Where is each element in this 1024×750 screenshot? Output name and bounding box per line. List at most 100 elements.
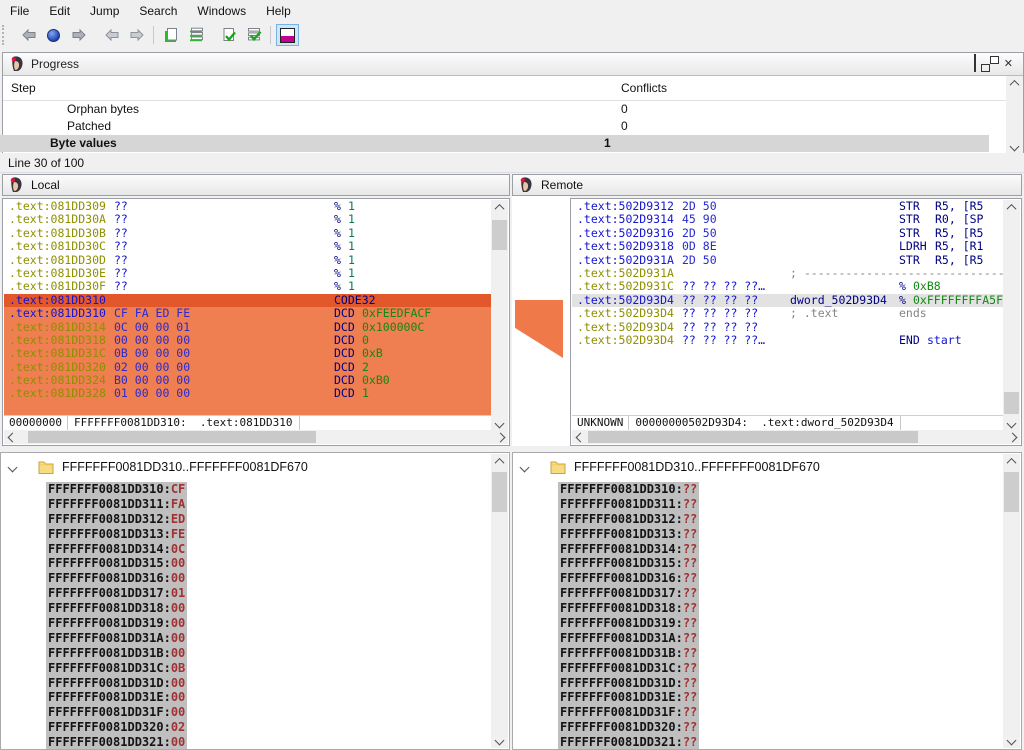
menu-search[interactable]: Search	[129, 1, 187, 21]
listing-line[interactable]: .text:502D931C?? ?? ?? ??…%0xB8	[572, 280, 1003, 293]
remote-pane-titlebar[interactable]: Remote	[512, 174, 1022, 196]
hex-row[interactable]: FFFFFFF0081DD319:??	[558, 616, 1001, 631]
hex-row[interactable]: FFFFFFF0081DD31B:??	[558, 646, 1001, 661]
scroll-left-button[interactable]	[4, 430, 20, 444]
hex-row[interactable]: FFFFFFF0081DD312:??	[558, 512, 1001, 527]
listing-line[interactable]: .text:081DD30E??%1	[4, 267, 491, 280]
hex-row[interactable]: FFFFFFF0081DD31D:00	[46, 676, 489, 691]
menu-edit[interactable]: Edit	[39, 1, 80, 21]
import-file-button[interactable]	[159, 24, 182, 46]
hex-row[interactable]: FFFFFFF0081DD311:??	[558, 497, 1001, 512]
listing-line[interactable]: .text:081DD30F??%1	[4, 280, 491, 293]
hex-row[interactable]: FFFFFFF0081DD31F:??	[558, 705, 1001, 720]
listing-line[interactable]: .text:081DD30D??%1	[4, 254, 491, 267]
column-header-step[interactable]: Step	[11, 81, 36, 95]
scroll-up-button[interactable]	[491, 200, 508, 215]
menu-jump[interactable]: Jump	[80, 1, 129, 21]
hex-row[interactable]: FFFFFFF0081DD319:00	[46, 616, 489, 631]
scroll-up-button[interactable]	[491, 454, 508, 469]
hex-row[interactable]: FFFFFFF0081DD310:CF	[46, 482, 489, 497]
maximize-button[interactable]	[974, 57, 976, 71]
split-view-toggle[interactable]	[276, 24, 299, 46]
listing-line[interactable]: .text:081DD310CF FA ED FEDCD0xFEEDFACF	[4, 307, 491, 320]
hex-row[interactable]: FFFFFFF0081DD31A:??	[558, 631, 1001, 646]
hex-row[interactable]: FFFFFFF0081DD31A:00	[46, 631, 489, 646]
menu-file[interactable]: File	[0, 1, 39, 21]
hex-row[interactable]: FFFFFFF0081DD315:??	[558, 556, 1001, 571]
menu-help[interactable]: Help	[256, 1, 301, 21]
scroll-up-button[interactable]	[1003, 454, 1020, 469]
scroll-down-button[interactable]	[491, 733, 508, 748]
listing-line[interactable]: .text:502D93D4?? ?? ?? ??; .textends	[572, 307, 1003, 320]
origin-button[interactable]	[42, 24, 65, 46]
hex-row[interactable]: FFFFFFF0081DD313:FE	[46, 527, 489, 542]
hex-row[interactable]: FFFFFFF0081DD321:00	[46, 735, 489, 749]
listing-line[interactable]: .text:081DD30B??%1	[4, 227, 491, 240]
listing-line[interactable]: .text:081DD3140C 00 00 01DCD0x100000C	[4, 321, 491, 334]
column-header-conflicts[interactable]: Conflicts	[621, 81, 667, 95]
listing-line[interactable]: .text:081DD30A??%1	[4, 213, 491, 226]
scroll-right-button[interactable]	[492, 430, 508, 444]
apply-file-button[interactable]	[217, 24, 240, 46]
hex-row[interactable]: FFFFFFF0081DD312:ED	[46, 512, 489, 527]
listing-line[interactable]: .text:502D93162D 50STRR5, [R5	[572, 227, 1003, 240]
listing-line[interactable]: .text:502D93D4?? ?? ?? ??	[572, 321, 1003, 334]
hex-row[interactable]: FFFFFFF0081DD31B:00	[46, 646, 489, 661]
listing-line[interactable]: .text:502D931A; ------------------------…	[572, 267, 1003, 280]
listing-line[interactable]: .text:081DD32801 00 00 00DCD1	[4, 387, 491, 400]
listing-line[interactable]: .text:502D93180D 8ELDRHR5, [R1	[572, 240, 1003, 253]
hex-row[interactable]: FFFFFFF0081DD31E:??	[558, 690, 1001, 705]
hex-row[interactable]: FFFFFFF0081DD314:0C	[46, 542, 489, 557]
scroll-down-button[interactable]	[1003, 733, 1020, 748]
apply-all-button[interactable]	[242, 24, 265, 46]
hex-row[interactable]: FFFFFFF0081DD317:??	[558, 586, 1001, 601]
hscroll-thumb[interactable]	[588, 431, 918, 443]
collapse-chevron-icon[interactable]	[8, 462, 18, 472]
scroll-up-button[interactable]	[1006, 76, 1023, 91]
prev-diff-button[interactable]	[100, 24, 123, 46]
hex-row[interactable]: FFFFFFF0081DD320:02	[46, 720, 489, 735]
hex-row[interactable]: FFFFFFF0081DD31D:??	[558, 676, 1001, 691]
import-all-button[interactable]	[184, 24, 207, 46]
scroll-down-button[interactable]	[1006, 139, 1023, 154]
scroll-left-button[interactable]	[572, 430, 588, 444]
hex-row[interactable]: FFFFFFF0081DD31E:00	[46, 690, 489, 705]
hscroll-thumb[interactable]	[28, 431, 316, 443]
local-pane-titlebar[interactable]: Local	[2, 174, 510, 196]
hex-row[interactable]: FFFFFFF0081DD321:??	[558, 735, 1001, 749]
vscroll-thumb[interactable]	[1004, 472, 1019, 512]
progress-row[interactable]: Orphan bytes0	[3, 101, 1023, 118]
listing-line[interactable]: .text:081DD309??%1	[4, 200, 491, 213]
hex-row[interactable]: FFFFFFF0081DD316:??	[558, 571, 1001, 586]
listing-line[interactable]: .text:081DD31C0B 00 00 00DCD0xB	[4, 347, 491, 360]
hex-row[interactable]: FFFFFFF0081DD313:??	[558, 527, 1001, 542]
scroll-up-button[interactable]	[1003, 200, 1020, 215]
scroll-down-button[interactable]	[491, 416, 508, 431]
listing-line[interactable]: .text:502D931445 90STRR0, [SP	[572, 213, 1003, 226]
hex-row[interactable]: FFFFFFF0081DD310:??	[558, 482, 1001, 497]
toolbar-grip[interactable]	[2, 25, 8, 45]
listing-line[interactable]: .text:081DD324B0 00 00 00DCD0xB0	[4, 374, 491, 387]
listing-line[interactable]: .text:502D931A2D 50STRR5, [R5	[572, 254, 1003, 267]
hex-row[interactable]: FFFFFFF0081DD311:FA	[46, 497, 489, 512]
hex-row[interactable]: FFFFFFF0081DD318:??	[558, 601, 1001, 616]
hex-row[interactable]: FFFFFFF0081DD315:00	[46, 556, 489, 571]
listing-line[interactable]: .text:502D93D4?? ?? ?? ??…ENDstart	[572, 334, 1003, 347]
next-diff-button[interactable]	[125, 24, 148, 46]
hex-row[interactable]: FFFFFFF0081DD314:??	[558, 542, 1001, 557]
vscroll-thumb[interactable]	[492, 472, 507, 512]
listing-line[interactable]: .text:502D93D4?? ?? ?? ??dword_502D93D4%…	[572, 294, 1003, 307]
listing-line[interactable]: .text:502D93122D 50STRR5, [R5	[572, 200, 1003, 213]
vscroll-thumb[interactable]	[492, 220, 507, 250]
hex-row[interactable]: FFFFFFF0081DD31C:0B	[46, 661, 489, 676]
scroll-right-button[interactable]	[1004, 430, 1020, 444]
menu-windows[interactable]: Windows	[187, 1, 256, 21]
collapse-chevron-icon[interactable]	[520, 462, 530, 472]
hex-row[interactable]: FFFFFFF0081DD317:01	[46, 586, 489, 601]
listing-line[interactable]: .text:081DD310CODE32	[4, 294, 491, 307]
progress-row[interactable]: Byte values1	[0, 135, 989, 152]
hex-row[interactable]: FFFFFFF0081DD318:00	[46, 601, 489, 616]
progress-titlebar[interactable]: Progress ✕	[3, 53, 1023, 76]
jump-forward-button[interactable]	[67, 24, 90, 46]
vscroll-thumb[interactable]	[1004, 392, 1019, 414]
